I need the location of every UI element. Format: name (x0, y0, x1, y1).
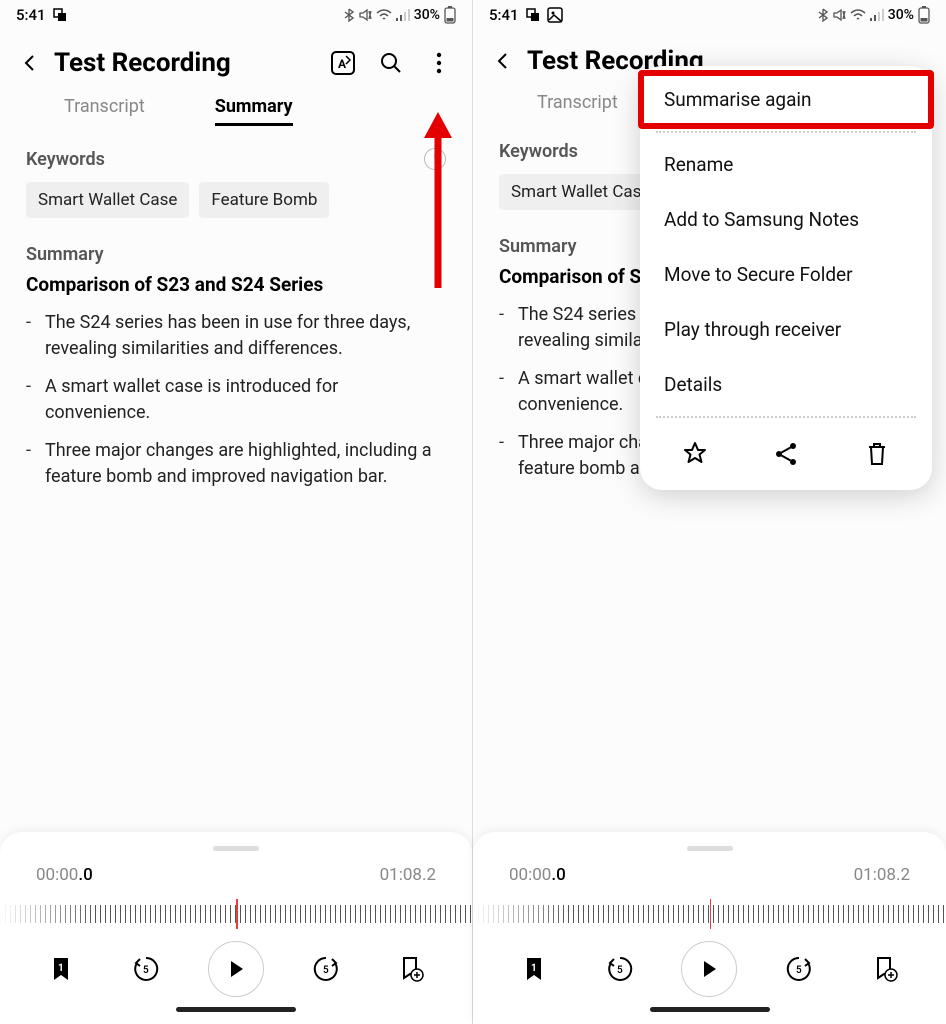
menu-summarise-again[interactable]: Summarise again (640, 72, 932, 127)
add-bookmark-button[interactable] (387, 945, 435, 993)
svg-text:5: 5 (323, 965, 329, 976)
back-button[interactable] (489, 47, 517, 75)
wifi-icon (376, 9, 392, 21)
search-button[interactable] (374, 46, 408, 80)
menu-play-receiver[interactable]: Play through receiver (640, 302, 932, 357)
time-total: 01:08.2 (380, 865, 436, 885)
mute-icon (832, 8, 846, 22)
tab-bar: Transcript Summary (0, 88, 472, 126)
forward-5-button[interactable]: 5 (302, 945, 350, 993)
keyword-chip[interactable]: Smart Wallet Case (26, 182, 189, 218)
battery-icon (444, 6, 456, 24)
summary-heading: Comparison of S23 and S24 Series (26, 273, 446, 296)
player-panel[interactable]: 00:00.0 01:08.2 1 5 5 (473, 832, 946, 1024)
summary-bullets: -The S24 series has been in use for thre… (26, 310, 446, 491)
forward-5-button[interactable]: 5 (775, 945, 823, 993)
svg-text:1: 1 (58, 963, 64, 974)
menu-actions (640, 422, 932, 480)
home-indicator[interactable] (650, 1007, 770, 1012)
back-button[interactable] (16, 49, 44, 77)
overflow-menu: Summarise again Rename Add to Samsung No… (640, 66, 932, 490)
bookmark-button[interactable]: 1 (510, 945, 558, 993)
menu-details[interactable]: Details (640, 357, 932, 412)
time-current: 00:00.0 (509, 865, 566, 885)
mute-icon (358, 8, 372, 22)
status-time: 5:41 (16, 6, 46, 24)
timeline-ruler[interactable] (473, 895, 946, 929)
tab-transcript[interactable]: Transcript (64, 96, 145, 126)
status-bar: 5:41 30% (0, 0, 472, 28)
status-time: 5:41 (489, 6, 519, 24)
battery-pct: 30% (414, 7, 440, 23)
tab-transcript[interactable]: Transcript (537, 92, 618, 119)
drag-handle[interactable] (213, 846, 259, 851)
svg-text:5: 5 (617, 965, 623, 976)
time-row: 00:00.0 01:08.2 (473, 865, 946, 885)
translate-button[interactable]: A (326, 46, 360, 80)
svg-text:5: 5 (796, 965, 802, 976)
multitask-icon (52, 7, 68, 23)
play-button[interactable] (681, 941, 737, 997)
divider (656, 416, 916, 418)
signal-icon (396, 9, 410, 21)
rewind-5-button[interactable]: 5 (122, 945, 170, 993)
keyword-chips: Smart Wallet Case Feature Bomb (26, 182, 446, 218)
player-panel[interactable]: 00:00.0 01:08.2 1 5 5 (0, 832, 472, 1024)
keyword-chip[interactable]: Feature Bomb (199, 182, 329, 218)
gallery-icon (547, 7, 563, 23)
keywords-label: Keywords (26, 149, 105, 170)
battery-icon (918, 6, 930, 24)
timeline-ruler[interactable] (0, 895, 472, 929)
keywords-label: Keywords (499, 141, 578, 162)
play-button[interactable] (208, 941, 264, 997)
bluetooth-icon (818, 8, 828, 22)
favourite-button[interactable] (675, 434, 715, 474)
status-bar: 5:41 30% (473, 0, 946, 28)
svg-text:5: 5 (143, 965, 149, 976)
summary-label: Summary (26, 244, 446, 265)
list-item: -The S24 series has been in use for thre… (26, 310, 446, 362)
time-current: 00:00.0 (36, 865, 93, 885)
wifi-icon (850, 9, 866, 21)
signal-icon (870, 9, 884, 21)
share-button[interactable] (766, 434, 806, 474)
menu-move-secure-folder[interactable]: Move to Secure Folder (640, 247, 932, 302)
list-item: -A smart wallet case is introduced for c… (26, 374, 446, 426)
screenshot-right: 5:41 30% Test Recording (473, 0, 946, 1024)
app-header: Test Recording A (0, 28, 472, 88)
bluetooth-icon (344, 8, 354, 22)
content-area: Keywords ! Smart Wallet Case Feature Bom… (0, 126, 472, 491)
svg-text:A: A (338, 57, 347, 71)
keywords-header: Keywords ! (26, 148, 446, 170)
keyword-chip[interactable]: Smart Wallet Case (499, 174, 662, 210)
time-row: 00:00.0 01:08.2 (0, 865, 472, 885)
battery-pct: 30% (888, 7, 914, 23)
delete-button[interactable] (857, 434, 897, 474)
list-item: -Three major changes are highlighted, in… (26, 438, 446, 490)
divider (656, 131, 916, 133)
add-bookmark-button[interactable] (861, 945, 909, 993)
home-indicator[interactable] (176, 1007, 296, 1012)
svg-text:1: 1 (531, 963, 537, 974)
multitask-icon (525, 7, 541, 23)
rewind-5-button[interactable]: 5 (596, 945, 644, 993)
time-total: 01:08.2 (854, 865, 910, 885)
menu-rename[interactable]: Rename (640, 137, 932, 192)
playhead[interactable] (236, 899, 238, 929)
more-button[interactable] (422, 46, 456, 80)
tab-summary[interactable]: Summary (215, 96, 293, 126)
menu-add-samsung-notes[interactable]: Add to Samsung Notes (640, 192, 932, 247)
drag-handle[interactable] (687, 846, 733, 851)
player-controls: 1 5 5 (473, 935, 946, 997)
screenshot-left: 5:41 30% Test Recording A (0, 0, 473, 1024)
player-controls: 1 5 5 (0, 935, 472, 997)
bookmark-button[interactable]: 1 (37, 945, 85, 993)
playhead[interactable] (710, 899, 712, 929)
page-title: Test Recording (54, 48, 312, 78)
info-icon[interactable]: ! (424, 148, 446, 170)
